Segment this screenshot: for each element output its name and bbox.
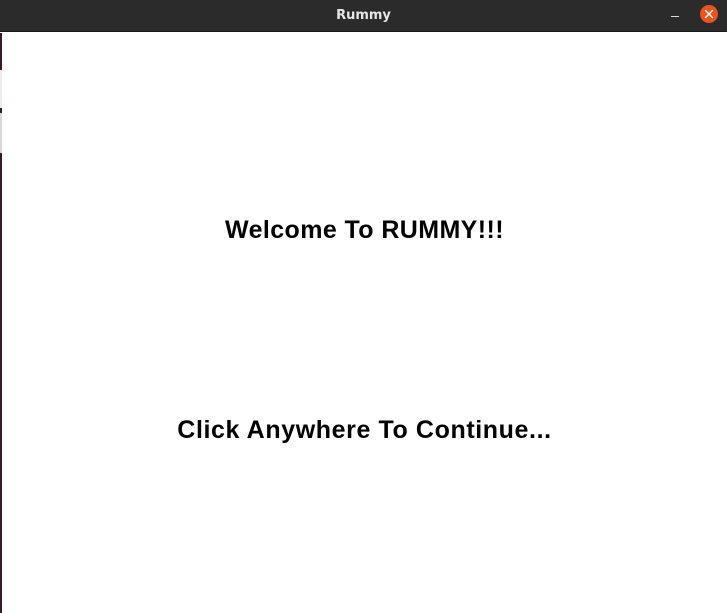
window-title: Rummy bbox=[336, 8, 391, 23]
title-bar[interactable]: Rummy bbox=[0, 0, 727, 32]
minimize-button[interactable] bbox=[662, 4, 688, 28]
app-window: Rummy Welcome To RUMMY!!! Click Anywhere… bbox=[0, 0, 727, 613]
continue-prompt: Click Anywhere To Continue... bbox=[177, 416, 552, 444]
welcome-heading: Welcome To RUMMY!!! bbox=[225, 216, 504, 244]
close-button[interactable] bbox=[700, 5, 718, 23]
game-canvas[interactable]: Welcome To RUMMY!!! Click Anywhere To Co… bbox=[2, 33, 727, 613]
close-icon bbox=[704, 9, 714, 19]
minimize-icon bbox=[671, 16, 679, 17]
